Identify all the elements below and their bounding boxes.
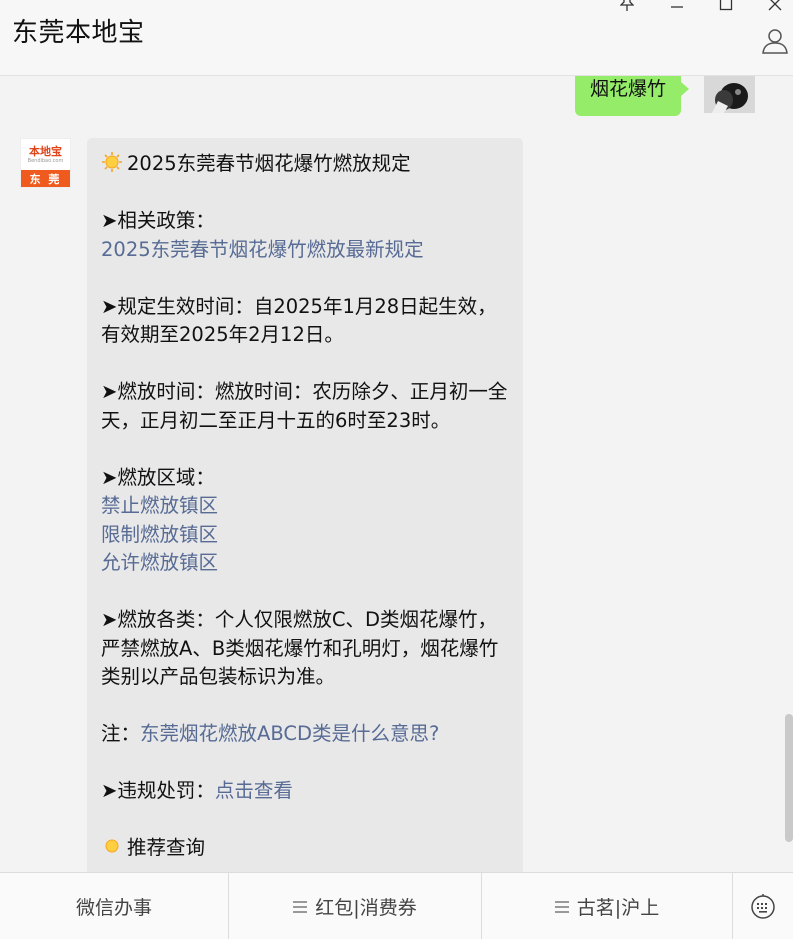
menu-label: 古茗|沪上 xyxy=(576,897,660,919)
bot-avatar[interactable]: 本地宝 Bendibao.com 东 莞 xyxy=(20,138,71,188)
sun-icon xyxy=(102,152,122,172)
area-link-allowed[interactable]: 允许燃放镇区 xyxy=(101,551,218,574)
firework-types-text: ➤燃放各类：个人仅限燃放C、D类烟花爆竹，严禁燃放A、B类烟花爆竹和孔明灯，烟花… xyxy=(101,608,499,688)
menu-guming-hushang[interactable]: 古茗|沪上 xyxy=(482,873,733,939)
penalty-line: ➤违规处罚：点击查看 xyxy=(101,777,509,806)
user-profile-icon[interactable] xyxy=(760,26,790,56)
outgoing-message-bubble[interactable]: 烟花爆竹 xyxy=(575,76,690,116)
outgoing-message-text: 烟花爆竹 xyxy=(590,78,667,100)
self-avatar[interactable] xyxy=(704,76,755,113)
penalty-label: ➤违规处罚： xyxy=(101,779,215,802)
policy-link[interactable]: 2025东莞春节烟花爆竹燃放最新规定 xyxy=(101,238,424,261)
pin-icon[interactable] xyxy=(615,0,639,14)
area-link-forbidden[interactable]: 禁止燃放镇区 xyxy=(101,494,218,517)
bot-logo-text: 本地宝 xyxy=(29,145,62,158)
bottom-menu-bar: 微信办事 红包|消费券 古茗|沪上 xyxy=(0,872,793,939)
area-link-restricted[interactable]: 限制燃放镇区 xyxy=(101,523,218,546)
submenu-icon xyxy=(554,900,569,913)
menu-red-packet-coupons[interactable]: 红包|消费券 xyxy=(229,873,482,939)
penalty-link[interactable]: 点击查看 xyxy=(215,779,293,802)
effective-time-text: ➤规定生效时间：自2025年1月28日起生效，有效期至2025年2月12日。 xyxy=(101,294,497,347)
policy-label: ➤相关政策： xyxy=(101,209,215,232)
maximize-icon[interactable] xyxy=(714,0,738,14)
keyboard-toggle-button[interactable] xyxy=(733,873,793,939)
area-label: ➤燃放区域： xyxy=(101,465,215,489)
submenu-icon xyxy=(293,900,308,913)
note-link[interactable]: 东莞烟花燃放ABCD类是什么意思? xyxy=(140,722,439,745)
close-icon[interactable] xyxy=(763,0,787,14)
bot-city-label: 东 莞 xyxy=(21,170,70,187)
menu-label: 红包|消费券 xyxy=(315,897,417,919)
incoming-message-bubble: 2025东莞春节烟花爆竹燃放规定 ➤相关政策： 2025东莞春节烟花爆竹燃放最新… xyxy=(87,138,523,872)
note-label: 注： xyxy=(101,722,141,745)
recommend-text: 推荐查询 xyxy=(127,836,206,859)
menu-wechat-services[interactable]: 微信办事 xyxy=(0,873,229,939)
sun-icon xyxy=(105,839,119,853)
note-line: 注：东莞烟花燃放ABCD类是什么意思? xyxy=(101,720,509,749)
keyboard-icon xyxy=(751,893,775,919)
title-bar: 东莞本地宝 xyxy=(0,0,793,76)
bot-logo-subtext: Bendibao.com xyxy=(27,158,64,164)
chat-area[interactable]: 烟花爆竹 本地宝 Bendibao.com 东 莞 2025东莞春节烟花爆竹燃放… xyxy=(0,76,793,872)
bot-logo: 本地宝 Bendibao.com xyxy=(21,139,70,172)
app-title: 东莞本地宝 xyxy=(12,18,145,48)
message-heading: 2025东莞春节烟花爆竹燃放规定 xyxy=(101,150,509,179)
minimize-icon[interactable] xyxy=(665,0,689,14)
chat-scrollbar[interactable] xyxy=(785,714,793,842)
firing-time-text: ➤燃放时间：燃放时间：农历除夕、正月初一全天，正月初二至正月十五的6时至23时。 xyxy=(101,380,508,432)
heading-text: 2025东莞春节烟花爆竹燃放规定 xyxy=(127,152,411,175)
menu-label: 微信办事 xyxy=(75,897,152,919)
recommend-line: 推荐查询 xyxy=(101,834,509,863)
